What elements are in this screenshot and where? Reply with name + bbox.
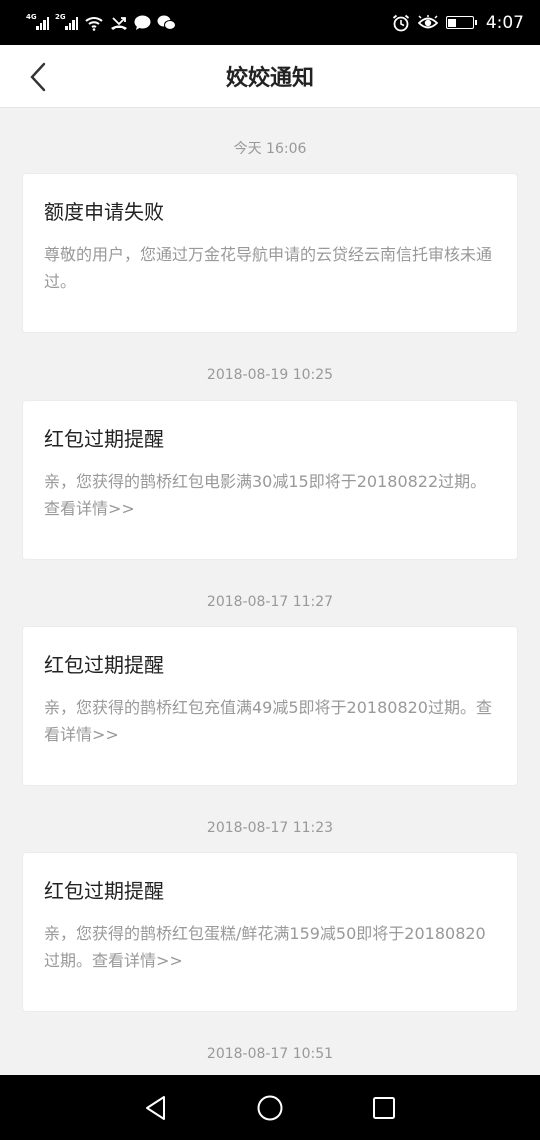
notification-body: 亲，您获得的鹊桥红包蛋糕/鲜花满159减50即将于20180820过期。查看详情… bbox=[44, 924, 486, 970]
notification-card[interactable]: 额度申请失败 尊敬的用户，您通过万金花导航申请的云贷经云南信托审核未通过。 bbox=[22, 173, 518, 333]
notification-timestamp: 2018-08-17 11:27 bbox=[206, 594, 334, 610]
notification-title: 红包过期提醒 bbox=[44, 879, 164, 903]
battery-icon bbox=[445, 16, 477, 29]
signal-icon: 2G bbox=[55, 12, 78, 30]
notification-title: 红包过期提醒 bbox=[44, 427, 164, 451]
missed-call-icon bbox=[111, 16, 127, 30]
notification-timestamp: 2018-08-17 11:23 bbox=[206, 820, 334, 836]
status-right: 4:07 bbox=[392, 13, 524, 33]
wechat-icon bbox=[157, 15, 176, 30]
notification-timestamp: 2018-08-17 10:51 bbox=[206, 1046, 334, 1062]
network-type-label: 2G bbox=[55, 12, 66, 21]
square-recents-icon bbox=[373, 1096, 395, 1119]
header: 姣姣通知 bbox=[0, 45, 540, 108]
message-icon bbox=[134, 15, 151, 30]
notification-body: 亲，您获得的鹊桥红包电影满30减15即将于20180822过期。查看详情>> bbox=[44, 472, 487, 518]
notification-body: 尊敬的用户，您通过万金花导航申请的云贷经云南信托审核未通过。 bbox=[44, 245, 493, 291]
nav-home-button[interactable] bbox=[255, 1093, 285, 1123]
notification-card[interactable]: 红包过期提醒 亲，您获得的鹊桥红包充值满49减5即将于20180820过期。查看… bbox=[22, 626, 518, 786]
notification-list[interactable]: 今天 16:06 额度申请失败 尊敬的用户，您通过万金花导航申请的云贷经云南信托… bbox=[0, 108, 540, 1075]
status-bar: 4G 2G 4:07 bbox=[0, 0, 540, 45]
notification-title: 额度申请失败 bbox=[44, 200, 164, 224]
notification-card[interactable]: 红包过期提醒 亲，您获得的鹊桥红包电影满30减15即将于20180822过期。查… bbox=[22, 400, 518, 560]
network-type-label: 4G bbox=[26, 12, 37, 21]
notification-body: 亲，您获得的鹊桥红包充值满49减5即将于20180820过期。查看详情>> bbox=[44, 698, 492, 744]
notification-card[interactable]: 红包过期提醒 亲，您获得的鹊桥红包蛋糕/鲜花满159减50即将于20180820… bbox=[22, 852, 518, 1012]
system-nav-bar bbox=[0, 1075, 540, 1140]
nav-recents-button[interactable] bbox=[369, 1093, 399, 1123]
nav-back-button[interactable] bbox=[141, 1093, 171, 1123]
notification-timestamp: 2018-08-19 10:25 bbox=[206, 367, 334, 383]
chevron-left-icon bbox=[30, 62, 46, 92]
notification-timestamp: 今天 16:06 bbox=[233, 141, 307, 157]
wifi-icon bbox=[85, 16, 103, 31]
circle-home-icon bbox=[257, 1095, 283, 1120]
triangle-back-icon bbox=[146, 1095, 165, 1120]
alarm-icon bbox=[392, 14, 409, 31]
notification-title: 红包过期提醒 bbox=[44, 653, 164, 677]
status-left: 4G 2G bbox=[26, 12, 176, 31]
eye-icon bbox=[417, 14, 438, 28]
page-title: 姣姣通知 bbox=[225, 66, 314, 91]
clock: 4:07 bbox=[485, 12, 524, 33]
signal-icon: 4G bbox=[26, 12, 49, 30]
back-button[interactable] bbox=[20, 59, 56, 95]
